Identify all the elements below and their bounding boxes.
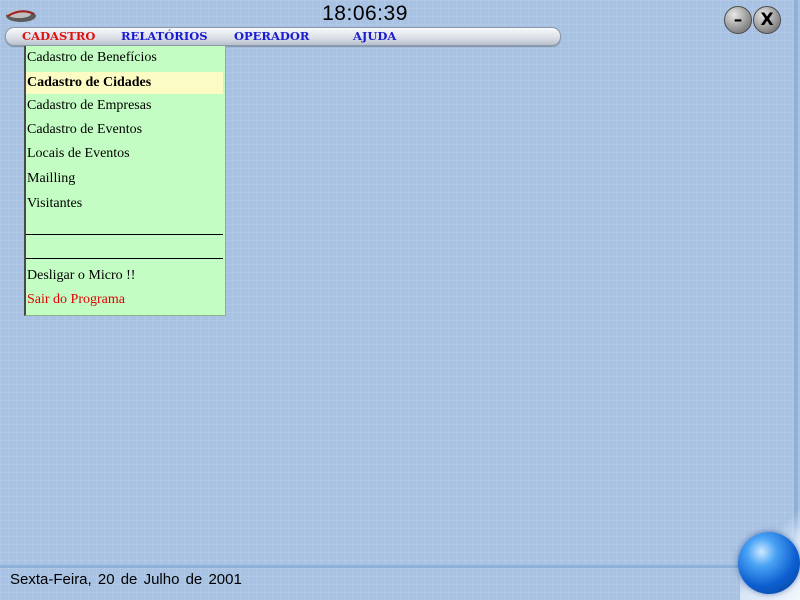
menu-bar: CADASTRO RELATÓRIOS OPERADOR AJUDA bbox=[5, 27, 561, 46]
menu-item-cadastro-cidades[interactable]: Cadastro de Cidades bbox=[26, 72, 223, 94]
menu-item-sair-programa[interactable]: Sair do Programa bbox=[26, 289, 223, 311]
status-date: Sexta-Feira, 20 de Julho de 2001 bbox=[10, 571, 242, 588]
menu-item-locais-eventos[interactable]: Locais de Eventos bbox=[26, 143, 223, 165]
minimize-button[interactable]: – bbox=[724, 6, 752, 34]
menu-operador[interactable]: OPERADOR bbox=[234, 29, 309, 43]
menu-item-cadastro-empresas[interactable]: Cadastro de Empresas bbox=[26, 95, 223, 117]
app-logo-icon bbox=[6, 10, 36, 22]
menu-item-cadastro-beneficios[interactable]: Cadastro de Benefícios bbox=[26, 47, 223, 69]
menu-separator bbox=[26, 258, 223, 259]
menu-relatorios[interactable]: RELATÓRIOS bbox=[121, 29, 208, 43]
menu-ajuda[interactable]: AJUDA bbox=[353, 29, 396, 43]
menu-item-mailling[interactable]: Mailling bbox=[26, 168, 223, 190]
clock: 18:06:39 bbox=[322, 2, 408, 25]
menu-cadastro[interactable]: CADASTRO bbox=[22, 29, 95, 43]
cadastro-dropdown: Cadastro de Benefícios Cadastro de Cidad… bbox=[24, 46, 226, 316]
menu-item-desligar-micro[interactable]: Desligar o Micro !! bbox=[26, 265, 223, 287]
menu-separator bbox=[26, 234, 223, 235]
menu-item-cadastro-eventos[interactable]: Cadastro de Eventos bbox=[26, 119, 223, 141]
blue-orb-icon[interactable] bbox=[738, 532, 800, 594]
window-controls: – X bbox=[722, 6, 786, 36]
close-button[interactable]: X bbox=[753, 6, 781, 34]
menu-item-visitantes[interactable]: Visitantes bbox=[26, 193, 223, 215]
